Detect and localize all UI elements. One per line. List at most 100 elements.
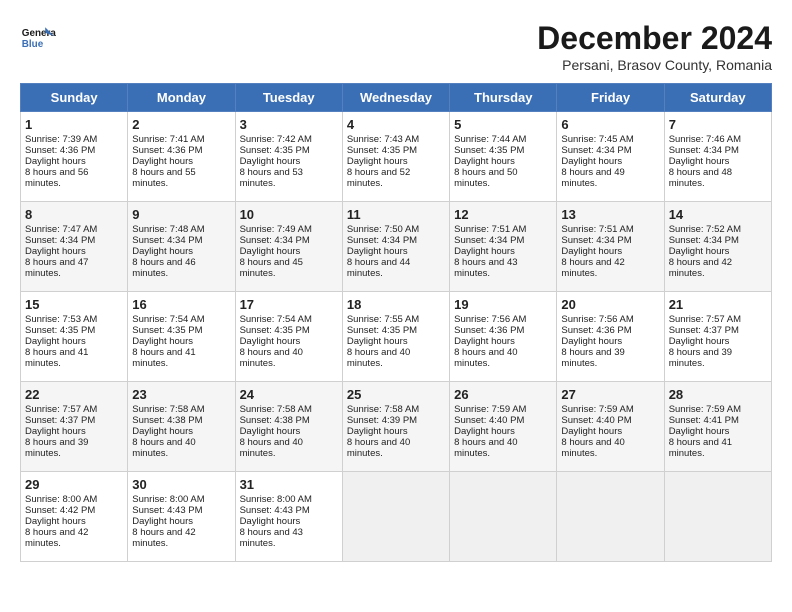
daylight-label: Daylight hours [25,156,86,167]
sunrise-label: Sunrise: 7:54 AM [240,314,312,325]
daylight-value: 8 hours and 40 minutes. [132,437,195,459]
calendar-cell: 15Sunrise: 7:53 AMSunset: 4:35 PMDayligh… [21,292,128,382]
sunset-label: Sunset: 4:36 PM [25,145,95,156]
sunrise-label: Sunrise: 7:58 AM [132,404,204,415]
daylight-value: 8 hours and 41 minutes. [132,347,195,369]
sunset-label: Sunset: 4:34 PM [347,235,417,246]
day-number: 5 [454,117,552,132]
daylight-value: 8 hours and 40 minutes. [347,437,410,459]
sunset-label: Sunset: 4:38 PM [132,415,202,426]
daylight-value: 8 hours and 40 minutes. [454,347,517,369]
daylight-value: 8 hours and 45 minutes. [240,257,303,279]
daylight-value: 8 hours and 50 minutes. [454,167,517,189]
daylight-label: Daylight hours [347,156,408,167]
day-number: 30 [132,477,230,492]
calendar-week-row: 29Sunrise: 8:00 AMSunset: 4:42 PMDayligh… [21,472,772,562]
calendar-cell: 19Sunrise: 7:56 AMSunset: 4:36 PMDayligh… [450,292,557,382]
daylight-label: Daylight hours [561,336,622,347]
calendar-cell [557,472,664,562]
sunset-label: Sunset: 4:35 PM [347,145,417,156]
calendar-cell: 14Sunrise: 7:52 AMSunset: 4:34 PMDayligh… [664,202,771,292]
sunrise-label: Sunrise: 7:56 AM [561,314,633,325]
sunrise-label: Sunrise: 8:00 AM [25,494,97,505]
daylight-value: 8 hours and 43 minutes. [454,257,517,279]
sunrise-label: Sunrise: 7:48 AM [132,224,204,235]
day-number: 22 [25,387,123,402]
day-number: 4 [347,117,445,132]
daylight-value: 8 hours and 40 minutes. [347,347,410,369]
sunset-label: Sunset: 4:37 PM [25,415,95,426]
day-number: 14 [669,207,767,222]
header-monday: Monday [128,84,235,112]
calendar-cell: 21Sunrise: 7:57 AMSunset: 4:37 PMDayligh… [664,292,771,382]
header: General Blue December 2024 Persani, Bras… [20,20,772,73]
day-number: 21 [669,297,767,312]
day-number: 25 [347,387,445,402]
sunset-label: Sunset: 4:34 PM [561,235,631,246]
day-number: 18 [347,297,445,312]
day-number: 16 [132,297,230,312]
day-number: 29 [25,477,123,492]
sunset-label: Sunset: 4:41 PM [669,415,739,426]
sunrise-label: Sunrise: 7:47 AM [25,224,97,235]
daylight-label: Daylight hours [240,336,301,347]
daylight-value: 8 hours and 47 minutes. [25,257,88,279]
sunrise-label: Sunrise: 7:41 AM [132,134,204,145]
day-number: 7 [669,117,767,132]
daylight-value: 8 hours and 44 minutes. [347,257,410,279]
sunrise-label: Sunrise: 7:56 AM [454,314,526,325]
daylight-value: 8 hours and 39 minutes. [669,347,732,369]
sunset-label: Sunset: 4:43 PM [240,505,310,516]
calendar-cell: 18Sunrise: 7:55 AMSunset: 4:35 PMDayligh… [342,292,449,382]
sunrise-label: Sunrise: 7:51 AM [561,224,633,235]
sunset-label: Sunset: 4:34 PM [240,235,310,246]
day-number: 17 [240,297,338,312]
header-saturday: Saturday [664,84,771,112]
sunrise-label: Sunrise: 7:59 AM [669,404,741,415]
calendar-cell: 22Sunrise: 7:57 AMSunset: 4:37 PMDayligh… [21,382,128,472]
sunset-label: Sunset: 4:36 PM [132,145,202,156]
daylight-value: 8 hours and 40 minutes. [454,437,517,459]
daylight-value: 8 hours and 43 minutes. [240,527,303,549]
sunrise-label: Sunrise: 7:59 AM [454,404,526,415]
sunset-label: Sunset: 4:34 PM [454,235,524,246]
day-number: 23 [132,387,230,402]
sunset-label: Sunset: 4:34 PM [669,235,739,246]
day-number: 28 [669,387,767,402]
sunset-label: Sunset: 4:36 PM [454,325,524,336]
sunset-label: Sunset: 4:34 PM [669,145,739,156]
sunrise-label: Sunrise: 7:58 AM [347,404,419,415]
daylight-label: Daylight hours [240,426,301,437]
calendar-cell: 26Sunrise: 7:59 AMSunset: 4:40 PMDayligh… [450,382,557,472]
calendar-cell: 27Sunrise: 7:59 AMSunset: 4:40 PMDayligh… [557,382,664,472]
calendar-cell: 24Sunrise: 7:58 AMSunset: 4:38 PMDayligh… [235,382,342,472]
daylight-label: Daylight hours [25,246,86,257]
day-number: 19 [454,297,552,312]
calendar-cell [342,472,449,562]
daylight-label: Daylight hours [454,426,515,437]
header-sunday: Sunday [21,84,128,112]
daylight-value: 8 hours and 42 minutes. [561,257,624,279]
sunrise-label: Sunrise: 7:46 AM [669,134,741,145]
sunrise-label: Sunrise: 7:53 AM [25,314,97,325]
calendar-cell: 1Sunrise: 7:39 AMSunset: 4:36 PMDaylight… [21,112,128,202]
sunrise-label: Sunrise: 7:49 AM [240,224,312,235]
calendar-week-row: 22Sunrise: 7:57 AMSunset: 4:37 PMDayligh… [21,382,772,472]
daylight-value: 8 hours and 56 minutes. [25,167,88,189]
daylight-value: 8 hours and 42 minutes. [669,257,732,279]
logo-icon: General Blue [20,20,56,56]
daylight-label: Daylight hours [454,156,515,167]
calendar-cell: 29Sunrise: 8:00 AMSunset: 4:42 PMDayligh… [21,472,128,562]
day-number: 27 [561,387,659,402]
sunset-label: Sunset: 4:36 PM [561,325,631,336]
calendar-cell [450,472,557,562]
title-area: December 2024 Persani, Brasov County, Ro… [537,20,772,73]
calendar-table: Sunday Monday Tuesday Wednesday Thursday… [20,83,772,562]
calendar-cell: 20Sunrise: 7:56 AMSunset: 4:36 PMDayligh… [557,292,664,382]
daylight-label: Daylight hours [347,426,408,437]
weekday-header-row: Sunday Monday Tuesday Wednesday Thursday… [21,84,772,112]
sunrise-label: Sunrise: 7:43 AM [347,134,419,145]
calendar-cell: 25Sunrise: 7:58 AMSunset: 4:39 PMDayligh… [342,382,449,472]
sunrise-label: Sunrise: 8:00 AM [132,494,204,505]
daylight-label: Daylight hours [240,246,301,257]
